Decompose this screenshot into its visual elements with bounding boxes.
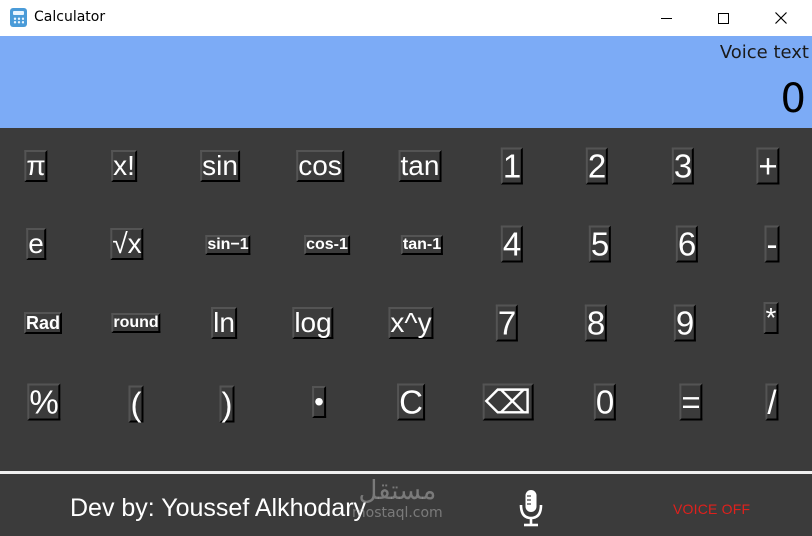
key-sqrt[interactable]: √x — [110, 228, 144, 260]
close-button[interactable] — [758, 0, 804, 36]
microphone-icon[interactable] — [517, 488, 545, 528]
developer-credit: Dev by: Youssef Alkhodary — [70, 494, 367, 522]
key-0[interactable]: 0 — [593, 383, 617, 421]
key-arcsin[interactable]: sin−1 — [205, 235, 251, 255]
window-title: Calculator — [34, 9, 106, 25]
key-equals[interactable]: = — [679, 383, 703, 421]
key-5[interactable]: 5 — [588, 225, 612, 263]
watermark: مستقل mostaql.com — [352, 478, 443, 520]
display-value: 0 — [780, 76, 806, 122]
key-multiply[interactable]: * — [763, 302, 779, 334]
minimize-icon — [660, 17, 672, 19]
key-open-paren[interactable]: ( — [128, 385, 144, 423]
key-factorial[interactable]: x! — [111, 150, 137, 182]
key-9[interactable]: 9 — [673, 304, 697, 342]
keypad: π x! sin cos tan 1 2 3 + e √x sin−1 cos-… — [0, 128, 812, 472]
key-6[interactable]: 6 — [675, 225, 699, 263]
key-decimal[interactable]: • — [312, 386, 326, 418]
key-pi[interactable]: π — [24, 150, 48, 182]
key-log[interactable]: log — [292, 307, 334, 339]
title-bar: Calculator — [0, 0, 812, 36]
key-2[interactable]: 2 — [585, 147, 609, 185]
watermark-url: mostaql.com — [352, 505, 443, 521]
key-divide[interactable]: / — [765, 383, 779, 421]
backspace-icon[interactable]: ⌫ — [482, 383, 534, 421]
key-sin[interactable]: sin — [200, 150, 240, 182]
key-tan[interactable]: tan — [398, 150, 442, 182]
key-3[interactable]: 3 — [671, 147, 695, 185]
voice-text-label: Voice text — [719, 42, 809, 63]
key-round[interactable]: round — [111, 313, 161, 333]
key-percent[interactable]: % — [27, 383, 61, 421]
maximize-button[interactable] — [700, 0, 746, 36]
close-icon — [775, 12, 787, 24]
watermark-arabic: مستقل — [358, 476, 437, 506]
minimize-button[interactable] — [643, 0, 689, 36]
key-clear[interactable]: C — [397, 383, 425, 421]
key-7[interactable]: 7 — [495, 304, 519, 342]
voice-toggle[interactable]: VOICE OFF — [673, 501, 750, 517]
footer: Dev by: Youssef Alkhodary مستقل mostaql.… — [0, 474, 812, 536]
key-4[interactable]: 4 — [500, 225, 524, 263]
display-panel: Voice text 0 — [0, 36, 812, 128]
key-cos[interactable]: cos — [296, 150, 344, 182]
maximize-icon — [717, 12, 729, 24]
key-rad[interactable]: Rad — [23, 312, 63, 334]
key-arctan[interactable]: tan-1 — [400, 235, 444, 255]
key-power[interactable]: x^y — [388, 307, 434, 339]
key-1[interactable]: 1 — [500, 147, 524, 185]
key-arccos[interactable]: cos-1 — [304, 235, 350, 255]
key-minus[interactable]: - — [764, 225, 780, 263]
key-e[interactable]: e — [26, 228, 46, 260]
key-8[interactable]: 8 — [584, 304, 608, 342]
calculator-icon — [10, 8, 27, 27]
key-ln[interactable]: ln — [211, 307, 237, 339]
key-plus[interactable]: + — [756, 147, 780, 185]
key-close-paren[interactable]: ) — [219, 385, 235, 423]
calculator-window: Calculator Voice text 0 π x! sin cos tan… — [0, 0, 812, 536]
